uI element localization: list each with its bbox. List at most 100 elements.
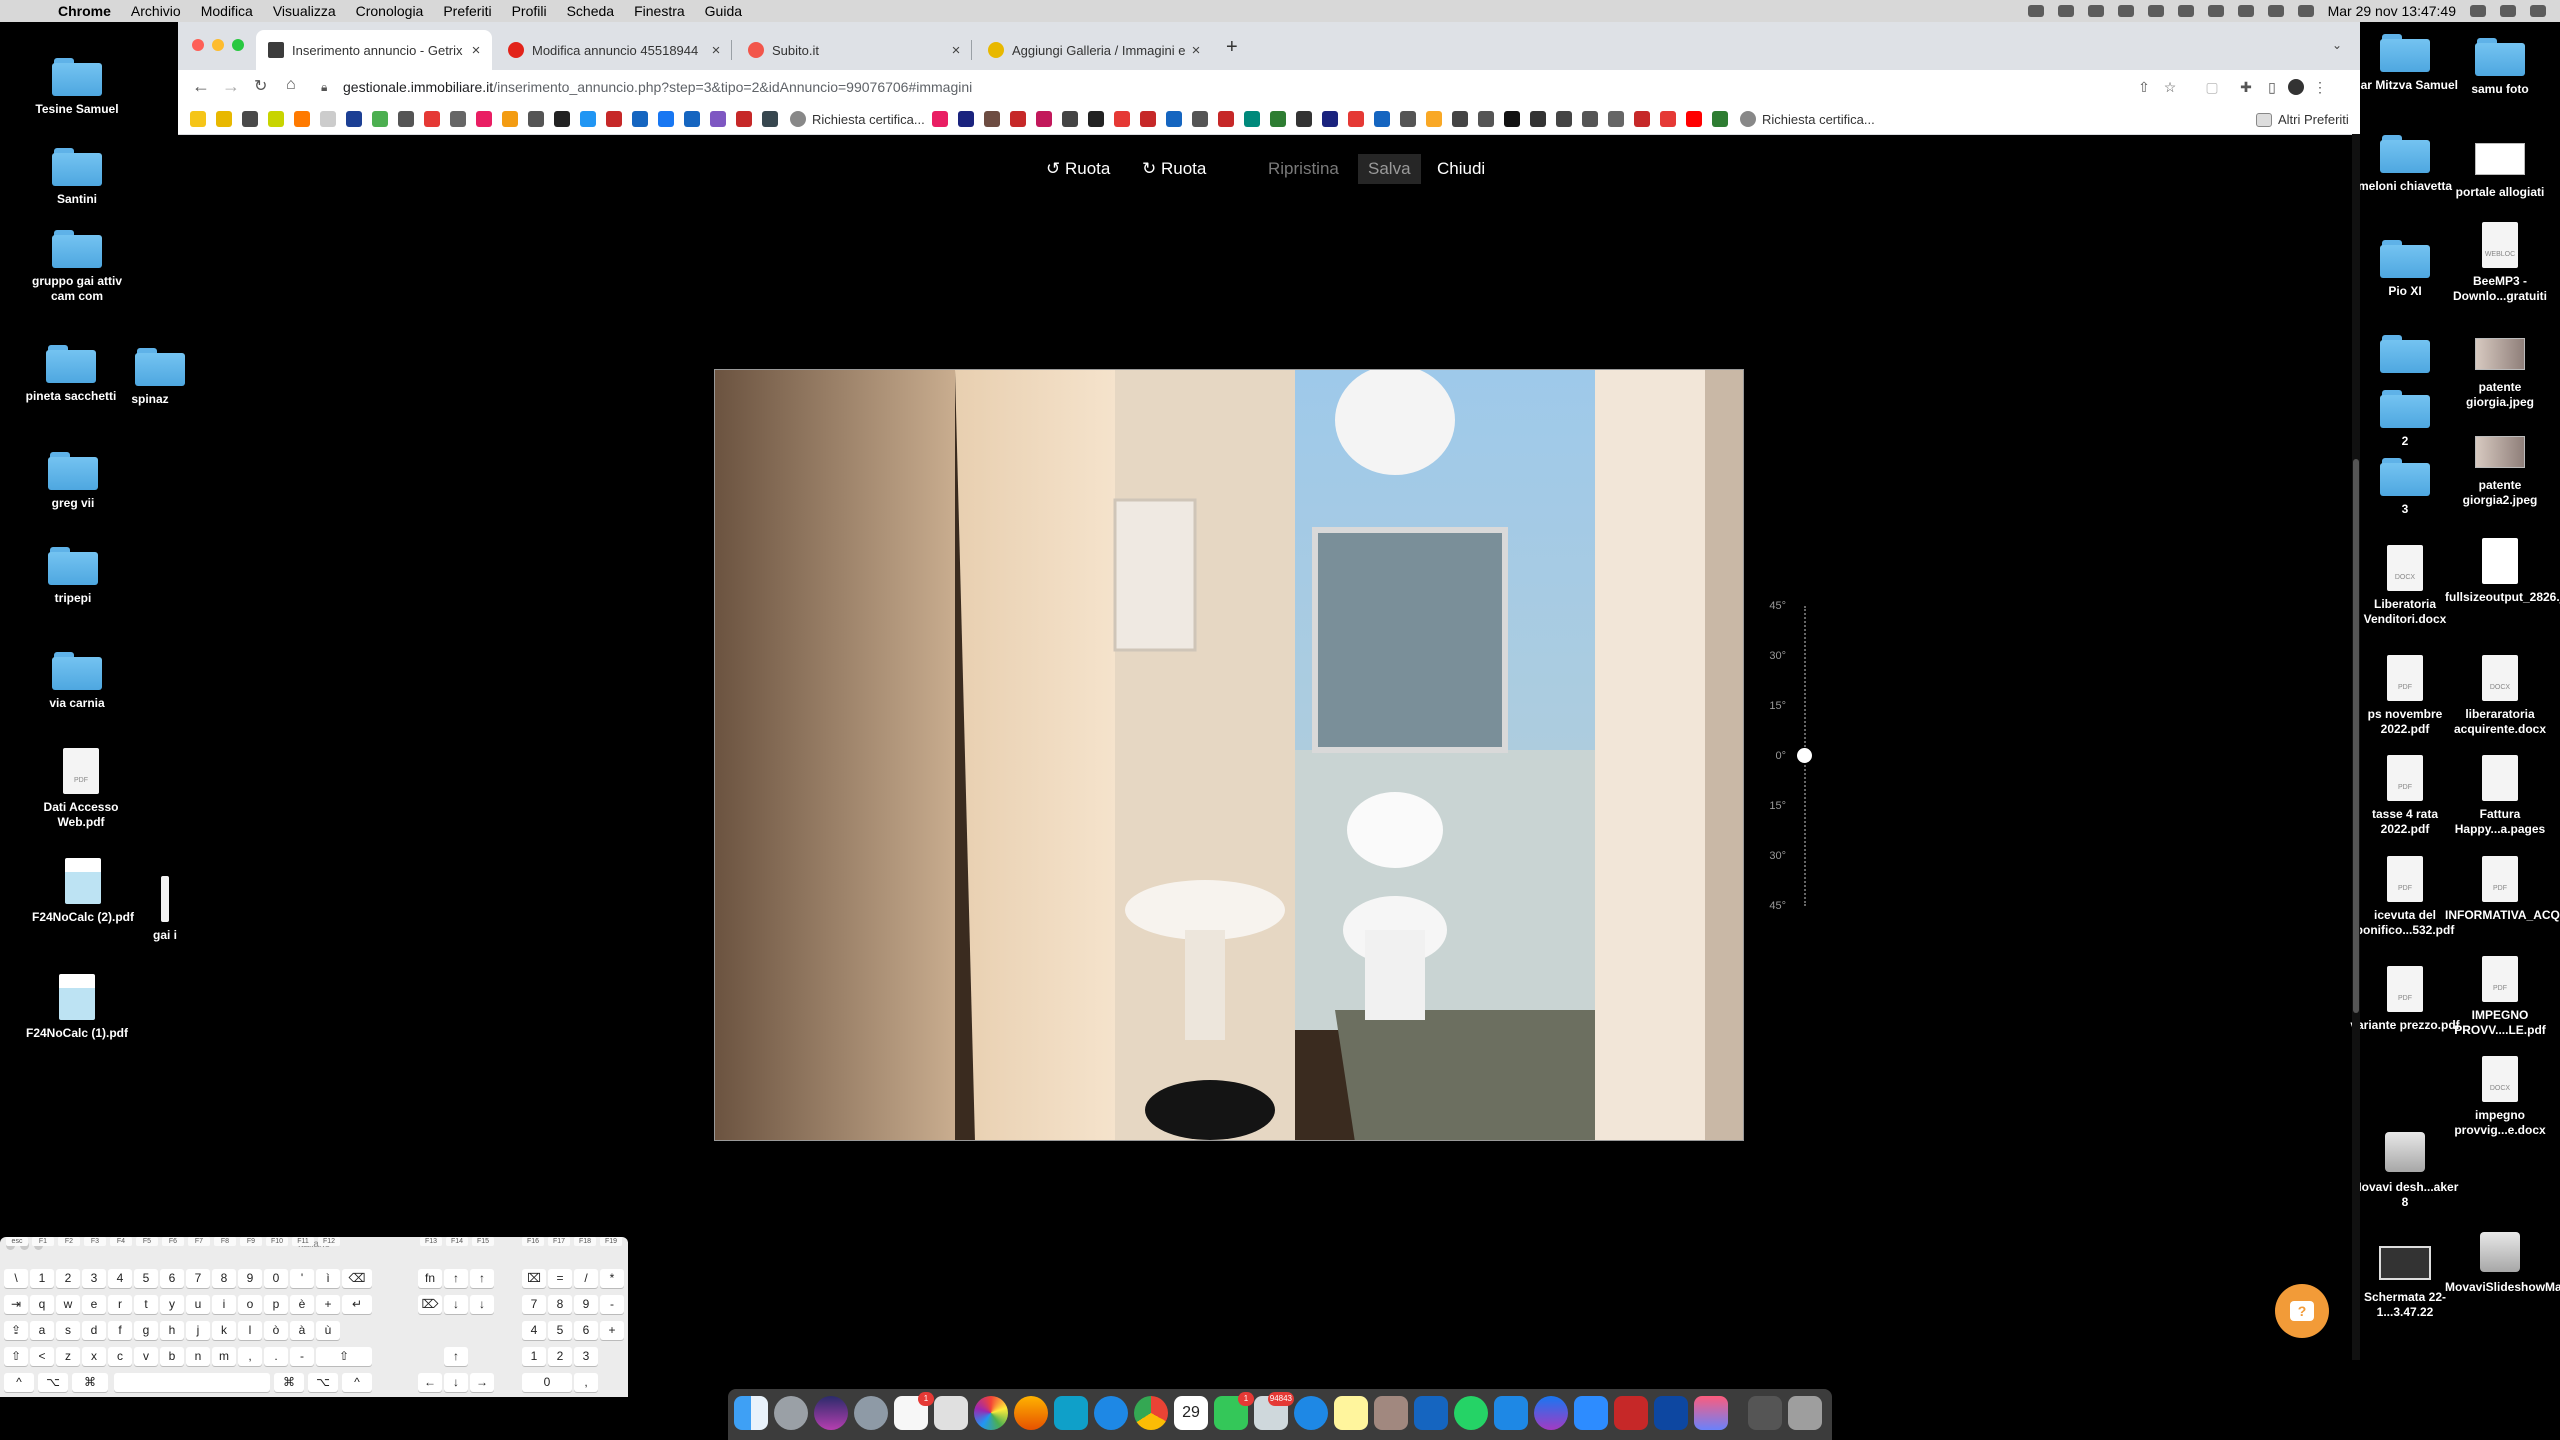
bookmark-star-icon[interactable]: ☆	[2162, 79, 2178, 95]
bookmark-icon[interactable]	[320, 111, 336, 127]
bookmark-icon[interactable]	[632, 111, 648, 127]
keyboard-key[interactable]: 0	[522, 1373, 572, 1392]
keyboard-key[interactable]: '	[290, 1269, 314, 1288]
whatsapp-icon[interactable]	[1454, 1396, 1488, 1430]
more-menu-icon[interactable]: ⋮	[2312, 79, 2328, 95]
keyboard-key[interactable]: 1	[30, 1269, 54, 1288]
keyboard-key[interactable]: b	[160, 1347, 184, 1366]
function-key[interactable]: F3	[84, 1237, 106, 1246]
function-key[interactable]: F1	[32, 1237, 54, 1246]
bookmark-icon[interactable]	[984, 111, 1000, 127]
keyboard-key[interactable]: 7	[522, 1295, 546, 1314]
desktop-file[interactable]: F24NoCalc (2).pdf	[28, 858, 138, 925]
keyboard-key[interactable]: z	[56, 1347, 80, 1366]
bookmark-icon[interactable]	[932, 111, 948, 127]
keyboard-key[interactable]: a	[30, 1321, 54, 1340]
wifi-icon[interactable]	[2207, 5, 2224, 17]
keyboard-key[interactable]: fn	[418, 1269, 442, 1288]
function-key[interactable]: F7	[188, 1237, 210, 1246]
archive-utility-icon[interactable]	[1374, 1396, 1408, 1430]
keyboard-key[interactable]: k	[212, 1321, 236, 1340]
bookmark-richiesta-certificato[interactable]: Richiesta certifica...	[812, 112, 925, 127]
bookmark-icon[interactable]	[1556, 111, 1572, 127]
accessibility-icon[interactable]	[2147, 5, 2164, 17]
keyboard-key[interactable]: 6	[574, 1321, 598, 1340]
keyboard-key[interactable]: à	[290, 1321, 314, 1340]
desktop-file[interactable]: WEBLOC BeeMP3 - Downlo...gratuiti	[2445, 222, 2555, 304]
bookmark-altri-preferiti[interactable]: Altri Preferiti	[2278, 112, 2349, 127]
keyboard-key[interactable]: 9	[574, 1295, 598, 1314]
function-key[interactable]: esc	[6, 1237, 28, 1246]
keyboard-key[interactable]: n	[186, 1347, 210, 1366]
close-tab-icon[interactable]: ×	[946, 42, 966, 59]
bookmark-icon[interactable]	[1192, 111, 1208, 127]
bookmark-icon[interactable]	[1634, 111, 1650, 127]
menu-guida[interactable]: Guida	[705, 3, 742, 19]
tab-getrix[interactable]: Inserimento annuncio - Getrix ×	[256, 30, 492, 70]
bookmark-icon[interactable]	[424, 111, 440, 127]
rotate-right-button[interactable]: ↻ Ruota	[1142, 154, 1206, 184]
app-store-icon[interactable]	[1494, 1396, 1528, 1430]
keyboard-key[interactable]: 5	[548, 1321, 572, 1340]
keyboard-key[interactable]: ⇥	[4, 1295, 28, 1314]
bookmark-icon[interactable]	[1452, 111, 1468, 127]
desktop-file[interactable]: patente giorgia2.jpeg	[2445, 428, 2555, 508]
keyboard-key[interactable]: c	[108, 1347, 132, 1366]
bookmark-icon[interactable]	[1712, 111, 1728, 127]
desktop-file[interactable]: Schermata 22-1...3.47.22	[2350, 1238, 2460, 1320]
control-center-icon[interactable]	[2530, 5, 2546, 17]
function-key[interactable]: F14	[446, 1237, 468, 1246]
help-chat-button[interactable]: ?	[2275, 1284, 2329, 1338]
keyboard-key[interactable]: 1	[522, 1347, 546, 1366]
rotate-left-button[interactable]: ↺ Ruota	[1046, 154, 1110, 184]
function-key[interactable]: F19	[600, 1237, 622, 1246]
keyboard-key[interactable]: ⌥	[308, 1373, 338, 1392]
keyboard-key[interactable]: .	[264, 1347, 288, 1366]
keyboard-key[interactable]: ↓	[470, 1295, 494, 1314]
bookmark-icon[interactable]	[1348, 111, 1364, 127]
forward-icon[interactable]: →	[222, 76, 240, 97]
keyboard-key[interactable]: /	[574, 1269, 598, 1288]
keyboard-key[interactable]: ^	[342, 1373, 372, 1392]
bookmark-icon[interactable]	[580, 111, 596, 127]
keyboard-key[interactable]: p	[264, 1295, 288, 1314]
music-icon[interactable]	[1694, 1396, 1728, 1430]
back-icon[interactable]: ←	[192, 76, 210, 97]
edge-icon[interactable]	[1054, 1396, 1088, 1430]
bookmark-icon[interactable]	[1426, 111, 1442, 127]
function-key[interactable]: F4	[110, 1237, 132, 1246]
zoom-window-button[interactable]	[232, 39, 244, 51]
firefox-icon[interactable]	[1014, 1396, 1048, 1430]
bookmark-icon[interactable]	[216, 111, 232, 127]
tab-search-icon[interactable]: ⌄	[2332, 38, 2342, 52]
safari-icon[interactable]	[1094, 1396, 1128, 1430]
address-bar[interactable]: 🔒︎ gestionale.immobiliare.it/inserimento…	[321, 74, 2291, 100]
desktop-folder[interactable]: gruppo gai attiv cam com	[22, 230, 132, 304]
bookmark-icon[interactable]	[1244, 111, 1260, 127]
minimize-window-button[interactable]	[212, 39, 224, 51]
close-window-button[interactable]	[192, 39, 204, 51]
bookmark-icon[interactable]	[398, 111, 414, 127]
keyboard-key[interactable]: +	[316, 1295, 340, 1314]
chrome-icon[interactable]	[1134, 1396, 1168, 1430]
bookmark-icon[interactable]	[502, 111, 518, 127]
status-icon[interactable]	[2027, 5, 2044, 17]
desktop-file[interactable]: Movavi desh...aker 8	[2350, 1132, 2460, 1210]
keyboard-key[interactable]: 7	[186, 1269, 210, 1288]
save-button[interactable]: Salva	[1358, 154, 1421, 184]
keyboard-key[interactable]: <	[30, 1347, 54, 1366]
bookmark-icon[interactable]	[242, 111, 258, 127]
keyboard-key[interactable]: ì	[316, 1269, 340, 1288]
keyboard-key[interactable]: t	[134, 1295, 158, 1314]
keyboard-key[interactable]: 9	[238, 1269, 262, 1288]
keyboard-key[interactable]: ↑	[444, 1347, 468, 1366]
keyboard-key[interactable]: ↓	[444, 1295, 468, 1314]
keyboard-key[interactable]: ⇪	[4, 1321, 28, 1340]
desktop-folder[interactable]: via carnia	[22, 652, 132, 711]
keyboard-key[interactable]: ⇧	[4, 1347, 28, 1366]
notes-icon[interactable]	[1334, 1396, 1368, 1430]
keyboard-key[interactable]: -	[600, 1295, 624, 1314]
finder-icon[interactable]	[734, 1396, 768, 1430]
maps-icon[interactable]	[934, 1396, 968, 1430]
keyboard-key[interactable]: ⌫	[342, 1269, 372, 1288]
